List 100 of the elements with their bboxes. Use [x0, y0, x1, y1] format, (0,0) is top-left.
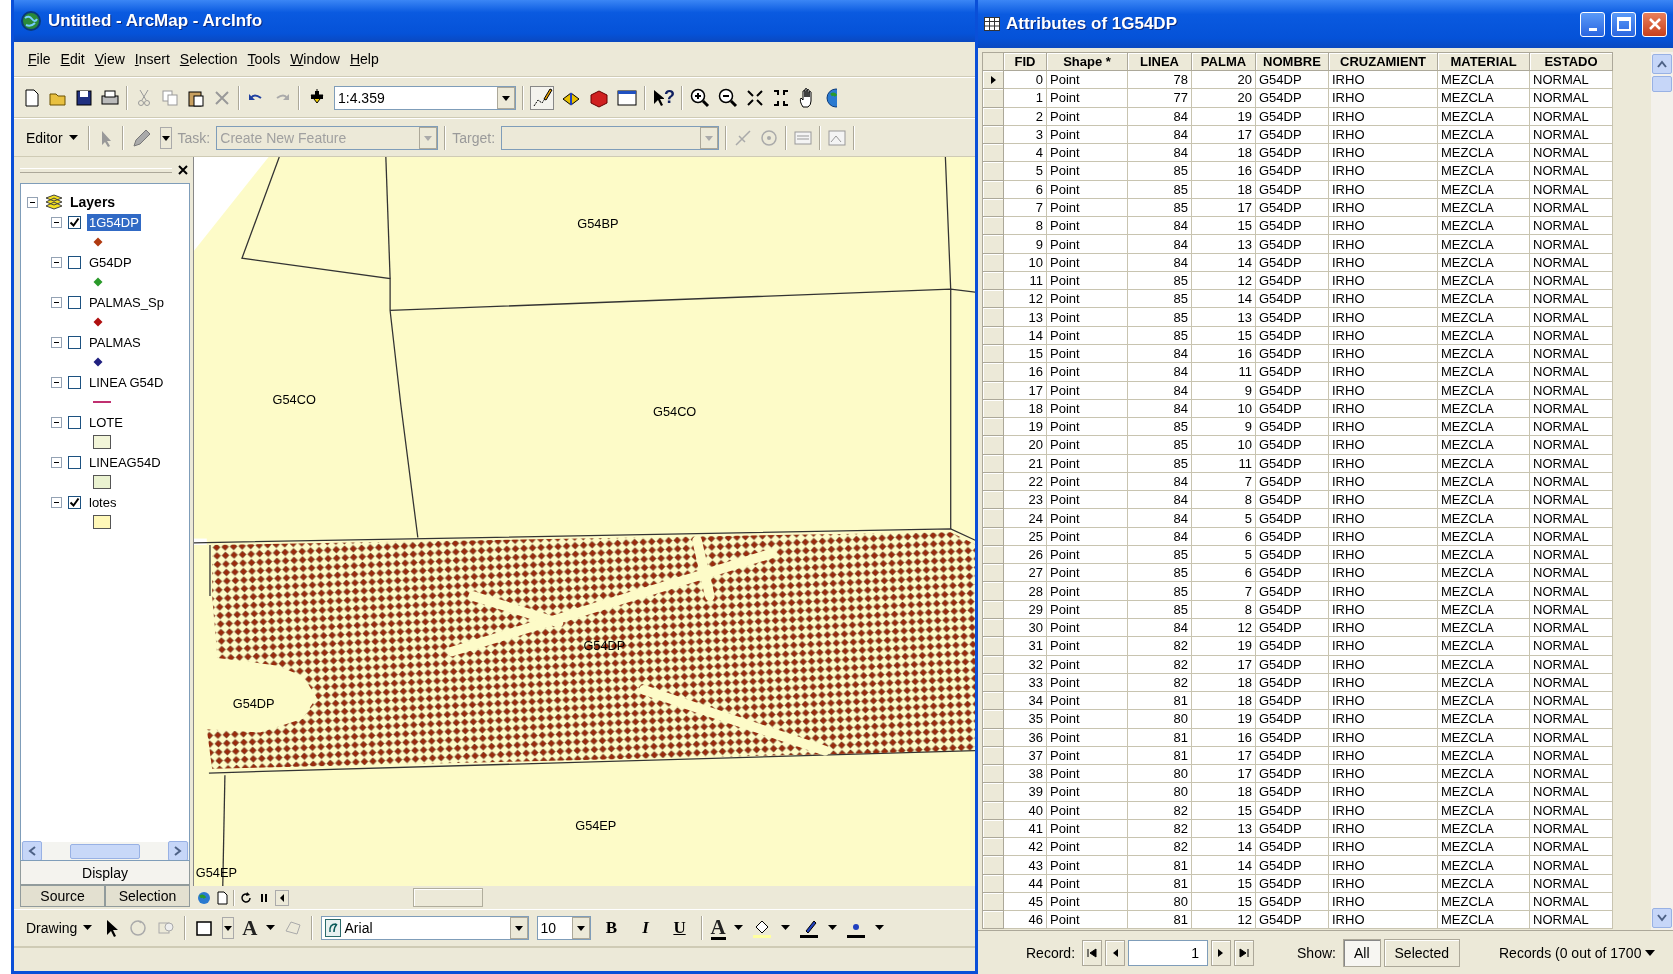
- menu-item[interactable]: Edit: [60, 51, 85, 67]
- font-color-button[interactable]: A: [710, 916, 726, 940]
- table-cell: 13: [1191, 234, 1256, 254]
- collapse-icon[interactable]: [51, 216, 62, 228]
- layers-root[interactable]: Layers: [70, 194, 116, 210]
- scale-combo[interactable]: 1:4.359: [334, 85, 516, 110]
- last-record-button[interactable]: [1234, 939, 1255, 966]
- bold-button[interactable]: B: [598, 918, 625, 938]
- editor-menu-button[interactable]: Editor: [22, 127, 82, 148]
- scroll-down-button[interactable]: [1652, 908, 1672, 928]
- layer-name[interactable]: LINEA G54D: [87, 373, 166, 391]
- font-combo[interactable]: Arial: [320, 916, 529, 940]
- new-text-button[interactable]: A: [242, 915, 258, 941]
- next-record-button[interactable]: [1211, 939, 1232, 966]
- layer-name[interactable]: LOTE: [87, 413, 125, 431]
- layer-name[interactable]: G54DP: [87, 253, 134, 271]
- layer-name[interactable]: 1G54DP: [87, 213, 141, 231]
- font-size-combo[interactable]: 10: [536, 916, 591, 940]
- layer-checkbox[interactable]: [68, 255, 81, 269]
- scroll-right-button[interactable]: [168, 841, 188, 860]
- toc-tab[interactable]: Display: [20, 861, 190, 885]
- layer-checkbox[interactable]: [68, 215, 81, 229]
- layer-checkbox[interactable]: [68, 335, 81, 349]
- menu-item[interactable]: Insert: [134, 51, 170, 67]
- print-icon[interactable]: [100, 87, 120, 108]
- map-scroll-thumb[interactable]: [413, 888, 483, 907]
- column-header[interactable]: PALMA: [1191, 52, 1256, 71]
- menu-item[interactable]: Help: [349, 51, 379, 67]
- caret-icon[interactable]: [222, 917, 235, 939]
- close-icon[interactable]: [176, 163, 190, 177]
- map-drawing[interactable]: G54BP G54CO G54CO G54DP G54DP G54EP G54EP: [194, 157, 975, 886]
- collapse-icon[interactable]: [51, 336, 62, 348]
- scroll-left-icon[interactable]: [275, 889, 289, 906]
- toc-tab[interactable]: Source: [20, 885, 105, 907]
- options-caret-icon[interactable]: [1644, 947, 1657, 958]
- copy-icon[interactable]: [160, 87, 180, 108]
- fixed-zoom-out-icon[interactable]: [771, 87, 791, 108]
- drawing-menu-button[interactable]: Drawing: [22, 918, 97, 938]
- close-button[interactable]: [1642, 11, 1667, 37]
- layer-name[interactable]: PALMAS_Sp: [87, 293, 166, 311]
- scroll-thumb[interactable]: [1652, 76, 1672, 92]
- collapse-icon[interactable]: [51, 256, 62, 268]
- column-header[interactable]: NOMBRE: [1255, 52, 1329, 71]
- zoom-in-icon[interactable]: [689, 86, 711, 109]
- layer-checkbox[interactable]: [68, 295, 81, 309]
- polygon-icon[interactable]: [282, 918, 303, 938]
- page-icon[interactable]: [215, 890, 229, 905]
- collapse-icon[interactable]: [51, 296, 62, 308]
- refresh-icon[interactable]: [239, 890, 253, 905]
- globe-icon[interactable]: [197, 890, 211, 905]
- menu-item[interactable]: Selection: [179, 51, 238, 67]
- target-combo[interactable]: [501, 125, 720, 150]
- layer-checkbox[interactable]: [68, 495, 81, 509]
- previous-record-button[interactable]: [1105, 939, 1126, 966]
- scroll-up-button[interactable]: [1652, 54, 1672, 74]
- column-header[interactable]: CRUZAMIENT: [1328, 52, 1438, 71]
- editor-toolbar-icon[interactable]: [530, 85, 554, 110]
- scroll-thumb[interactable]: [70, 843, 140, 859]
- rotate-icon[interactable]: [128, 918, 149, 938]
- column-header[interactable]: FID: [1003, 52, 1047, 71]
- show-option-button[interactable]: Selected: [1383, 938, 1460, 967]
- column-header[interactable]: MATERIAL: [1437, 52, 1530, 71]
- collapse-icon[interactable]: [51, 456, 62, 468]
- save-icon[interactable]: [74, 87, 94, 108]
- toc-tab[interactable]: Selection: [105, 885, 190, 907]
- layer-name[interactable]: lotes: [87, 493, 119, 511]
- new-document-icon[interactable]: [22, 87, 42, 108]
- first-record-button[interactable]: [1082, 939, 1103, 966]
- menu-item[interactable]: Tools: [247, 51, 281, 67]
- column-header[interactable]: ESTADO: [1529, 52, 1613, 71]
- collapse-icon[interactable]: [27, 196, 38, 208]
- fixed-zoom-in-icon[interactable]: [745, 87, 765, 108]
- layer-name[interactable]: PALMAS: [87, 333, 143, 351]
- record-field[interactable]: 1: [1128, 939, 1209, 966]
- globe-icon[interactable]: [825, 86, 837, 109]
- column-header[interactable]: Shape *: [1046, 52, 1128, 71]
- rotate-icon[interactable]: [759, 127, 780, 148]
- minimize-button[interactable]: [1580, 11, 1605, 37]
- collapse-icon[interactable]: [51, 416, 62, 428]
- column-header[interactable]: LINEA: [1127, 52, 1192, 71]
- zoom-out-icon[interactable]: [717, 86, 739, 109]
- help-glyph[interactable]: ?: [664, 87, 675, 108]
- collapse-icon[interactable]: [51, 496, 62, 508]
- rectangle-icon[interactable]: [194, 918, 215, 938]
- maximize-button[interactable]: [1611, 11, 1636, 37]
- layer-checkbox[interactable]: [68, 415, 81, 429]
- underline-button[interactable]: U: [666, 918, 693, 938]
- italic-button[interactable]: I: [632, 918, 659, 938]
- collapse-icon[interactable]: [51, 376, 62, 388]
- show-option-button[interactable]: All: [1342, 938, 1381, 967]
- layer-checkbox[interactable]: [68, 455, 81, 469]
- sketch-properties-icon[interactable]: [827, 127, 848, 148]
- scroll-left-button[interactable]: [22, 841, 42, 860]
- caret-icon[interactable]: [159, 126, 172, 149]
- layer-checkbox[interactable]: [68, 375, 81, 389]
- menu-item[interactable]: File: [28, 51, 51, 67]
- layer-name[interactable]: LINEAG54D: [87, 453, 163, 471]
- menu-item[interactable]: View: [94, 51, 125, 67]
- split-icon[interactable]: [733, 127, 754, 148]
- menu-item[interactable]: Window: [290, 51, 340, 67]
